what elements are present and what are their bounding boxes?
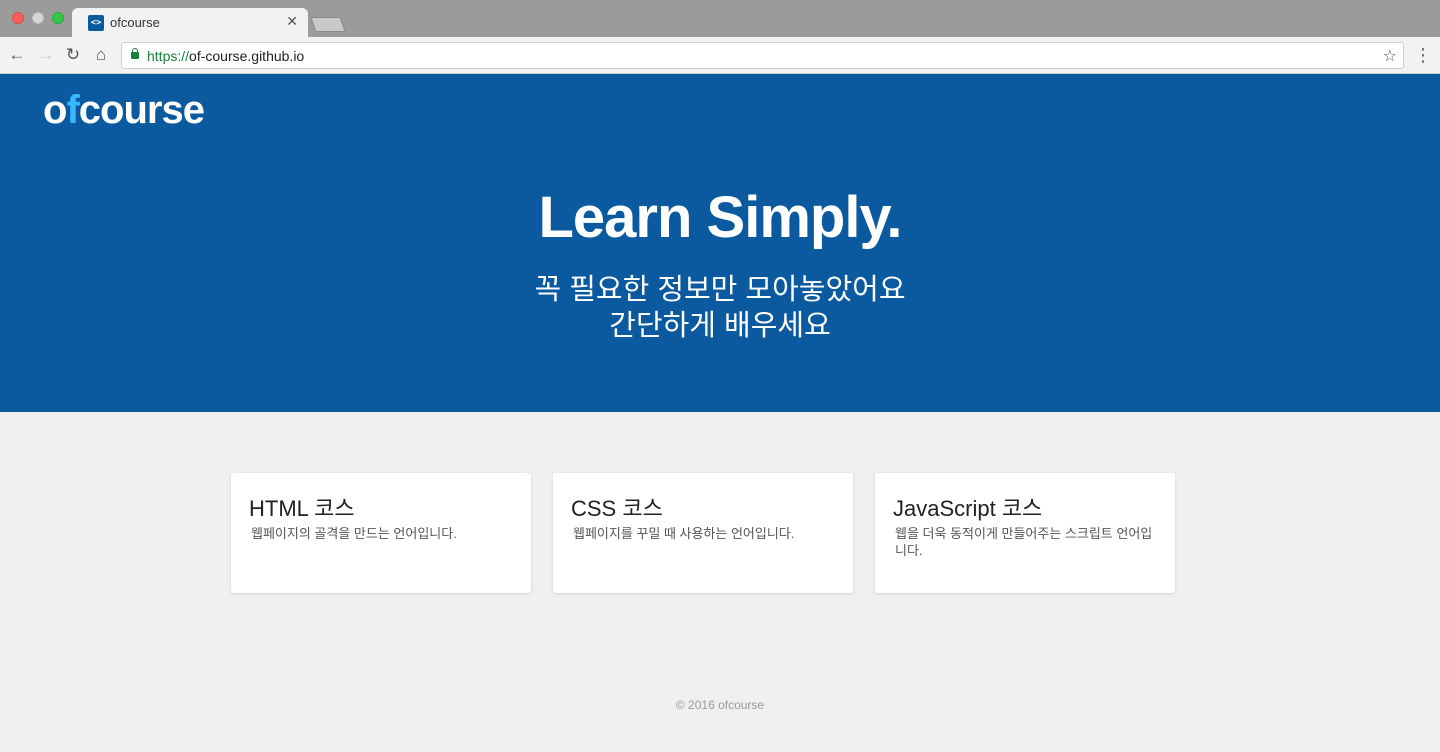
site-logo[interactable]: ofcourse bbox=[43, 88, 205, 133]
course-card-css[interactable]: CSS 코스 웹페이지를 꾸밀 때 사용하는 언어입니다. bbox=[553, 473, 853, 593]
logo-accent: f bbox=[66, 88, 79, 132]
menu-icon[interactable]: ⋮ bbox=[1414, 45, 1432, 65]
course-card-description: 웹페이지를 꾸밀 때 사용하는 언어입니다. bbox=[573, 526, 795, 541]
logo-prefix: o bbox=[43, 88, 67, 132]
course-card-html[interactable]: HTML 코스 웹페이지의 골격을 만드는 언어입니다. bbox=[231, 473, 531, 593]
lock-icon bbox=[131, 48, 139, 59]
window-maximize-button[interactable] bbox=[52, 12, 64, 24]
close-icon[interactable]: ✕ bbox=[286, 13, 298, 30]
course-card-javascript[interactable]: JavaScript 코스 웹을 더욱 동적이게 만들어주는 스크립트 언어입니… bbox=[875, 473, 1175, 593]
home-icon[interactable]: ⌂ bbox=[91, 45, 111, 65]
reload-icon[interactable]: ↻ bbox=[63, 45, 83, 65]
new-tab-button[interactable] bbox=[310, 17, 346, 32]
star-icon[interactable]: ☆ bbox=[1383, 46, 1397, 66]
address-bar[interactable]: https://of-course.github.io ☆ bbox=[121, 42, 1404, 69]
browser-titlebar: <> ofcourse ✕ bbox=[0, 0, 1440, 37]
window-close-button[interactable] bbox=[12, 12, 24, 24]
window-minimize-button[interactable] bbox=[32, 12, 44, 24]
hero-section: ofcourse Learn Simply. 꼭 필요한 정보만 모아놓았어요 … bbox=[0, 74, 1440, 412]
footer-copyright: © 2016 ofcourse bbox=[675, 698, 765, 712]
url-host: of-course.github.io bbox=[189, 48, 305, 64]
course-card-title: JavaScript 코스 bbox=[893, 496, 1043, 521]
logo-suffix: course bbox=[78, 88, 205, 132]
browser-tab[interactable]: <> ofcourse ✕ bbox=[72, 8, 308, 37]
browser-toolbar: ← → ↻ ⌂ https://of-course.github.io ☆ ⋮ bbox=[0, 37, 1440, 74]
hero-headline: Learn Simply. bbox=[538, 185, 902, 250]
url-scheme: https:// bbox=[147, 48, 190, 64]
course-card-description: 웹페이지의 골격을 만드는 언어입니다. bbox=[251, 526, 457, 541]
favicon-icon: <> bbox=[88, 15, 104, 31]
course-card-title: CSS 코스 bbox=[571, 496, 663, 521]
course-card-description: 웹을 더욱 동적이게 만들어주는 스크립트 언어입니다. bbox=[895, 526, 1153, 558]
forward-icon[interactable]: → bbox=[36, 45, 56, 65]
back-icon[interactable]: ← bbox=[7, 45, 27, 65]
hero-subtitle-line2: 간단하게 배우세요 bbox=[609, 310, 831, 342]
course-card-title: HTML 코스 bbox=[249, 496, 355, 521]
tab-title: ofcourse bbox=[110, 15, 160, 30]
url-text[interactable]: https://of-course.github.io bbox=[147, 48, 304, 64]
